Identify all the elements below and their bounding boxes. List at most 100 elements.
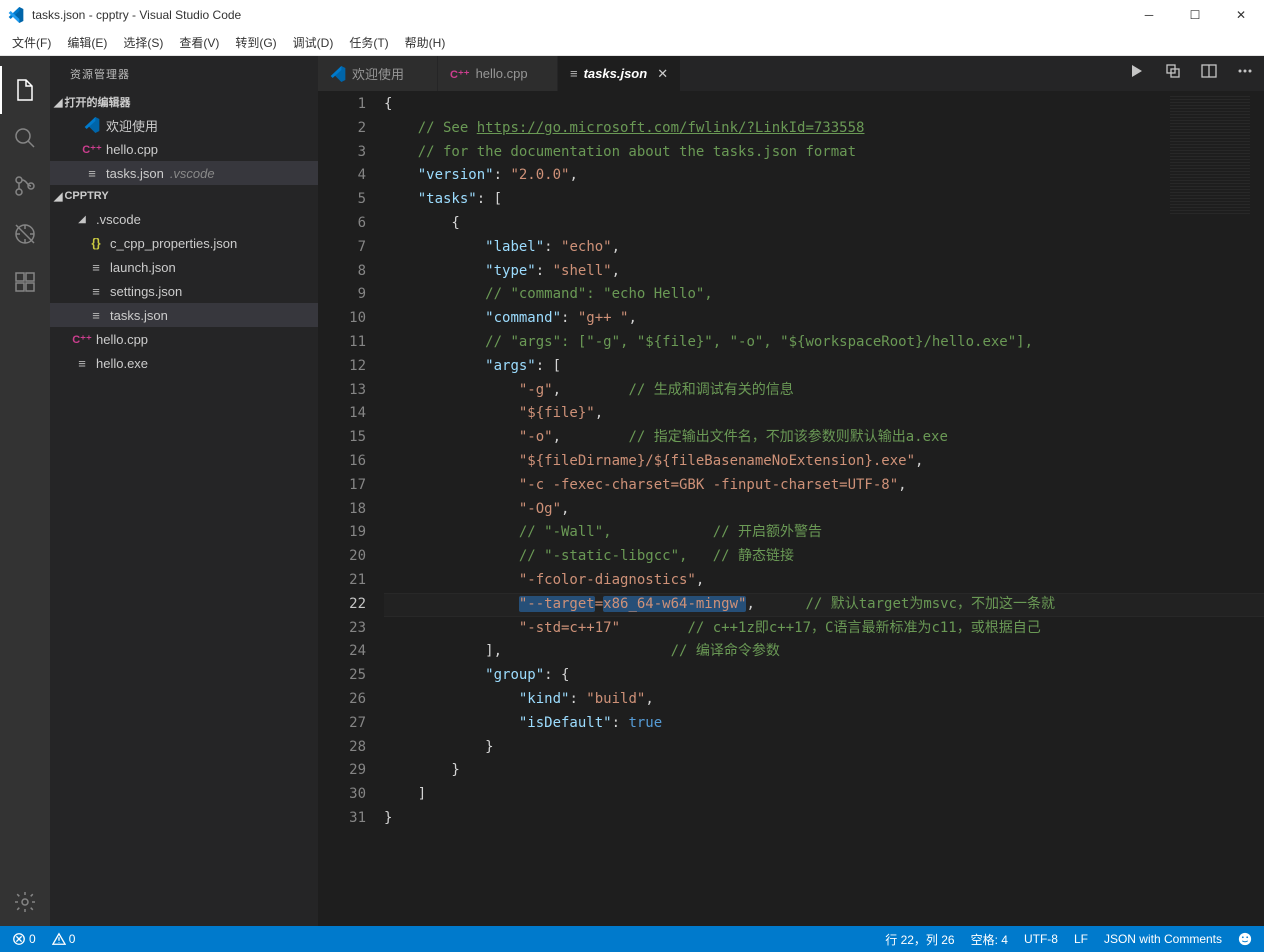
activity-bar: [0, 56, 50, 926]
line-number: 16: [318, 450, 366, 474]
menu-item[interactable]: 查看(V): [171, 32, 227, 53]
tree-item[interactable]: ≡tasks.json: [50, 303, 318, 327]
source-control-icon[interactable]: [0, 162, 50, 210]
code-line: {: [384, 93, 1264, 117]
line-number: 18: [318, 498, 366, 522]
code-line: // "args": ["-g", "${file}", "-o", "${wo…: [384, 331, 1264, 355]
file-path: .vscode: [170, 166, 215, 181]
line-number: 8: [318, 260, 366, 284]
debug-icon[interactable]: [0, 210, 50, 258]
code-line: {: [384, 212, 1264, 236]
settings-icon[interactable]: [0, 878, 50, 926]
run-icon[interactable]: [1126, 60, 1148, 82]
code-line: "label": "echo",: [384, 236, 1264, 260]
json-icon: ≡: [88, 260, 104, 275]
menu-item[interactable]: 帮助(H): [397, 32, 454, 53]
status-position[interactable]: 行 22，列 26: [881, 931, 958, 948]
line-number: 5: [318, 188, 366, 212]
open-editors-header[interactable]: ◢打开的编辑器: [50, 91, 318, 113]
feedback-icon[interactable]: [1234, 932, 1256, 946]
close-button[interactable]: ✕: [1218, 0, 1264, 30]
editor-actions: [1126, 60, 1256, 82]
line-number: 11: [318, 331, 366, 355]
menu-item[interactable]: 文件(F): [4, 32, 59, 53]
search-icon[interactable]: [0, 114, 50, 162]
code-line: "version": "2.0.0",: [384, 164, 1264, 188]
maximize-button[interactable]: ☐: [1172, 0, 1218, 30]
status-warnings[interactable]: 0: [48, 932, 80, 946]
tree-item[interactable]: ≡hello.exe: [50, 351, 318, 375]
menubar: 文件(F)编辑(E)选择(S)查看(V)转到(G)调试(D)任务(T)帮助(H): [0, 30, 1264, 56]
line-number: 20: [318, 545, 366, 569]
line-number: 14: [318, 402, 366, 426]
more-icon[interactable]: [1234, 60, 1256, 82]
open-changes-icon[interactable]: [1162, 60, 1184, 82]
status-eol[interactable]: LF: [1070, 932, 1092, 946]
code-line: }: [384, 807, 1264, 831]
open-editor-item[interactable]: C⁺⁺hello.cpp: [50, 137, 318, 161]
code-line: "group": {: [384, 664, 1264, 688]
code-line: "type": "shell",: [384, 260, 1264, 284]
menu-item[interactable]: 选择(S): [115, 32, 171, 53]
line-number: 25: [318, 664, 366, 688]
open-editor-item[interactable]: ≡tasks.json.vscode: [50, 161, 318, 185]
code-line: "-std=c++17" // c++1z即c++17，C语言最新标准为c11，…: [384, 617, 1264, 641]
file-label: 欢迎使用: [106, 116, 158, 135]
split-editor-icon[interactable]: [1198, 60, 1220, 82]
tab-label: hello.cpp: [476, 66, 528, 81]
code-line: "isDefault": true: [384, 712, 1264, 736]
status-bar: 0 0 行 22，列 26 空格: 4 UTF-8 LF JSON with C…: [0, 926, 1264, 952]
status-spaces[interactable]: 空格: 4: [967, 931, 1012, 948]
code-line: "-fcolor-diagnostics",: [384, 569, 1264, 593]
code-line: // "-Wall", // 开启额外警告: [384, 521, 1264, 545]
code-line: "${fileDirname}/${fileBasenameNoExtensio…: [384, 450, 1264, 474]
open-editor-item[interactable]: 欢迎使用: [50, 113, 318, 137]
tree-item[interactable]: C⁺⁺ hello.cpp: [50, 327, 318, 351]
menu-item[interactable]: 编辑(E): [59, 32, 115, 53]
window-title: tasks.json - cpptry - Visual Studio Code: [32, 8, 1126, 22]
cpp-icon: C⁺⁺: [84, 143, 100, 156]
code-line: "tasks": [: [384, 188, 1264, 212]
line-number: 12: [318, 355, 366, 379]
code-line: "args": [: [384, 355, 1264, 379]
file-label: hello.cpp: [96, 332, 148, 347]
json-icon: ≡: [88, 284, 104, 299]
line-number: 27: [318, 712, 366, 736]
line-number: 6: [318, 212, 366, 236]
line-number: 28: [318, 736, 366, 760]
editor-tab[interactable]: ≡tasks.json✕: [558, 56, 681, 91]
code-line: "--target=x86_64-w64-mingw", // 默认target…: [384, 593, 1264, 617]
explorer-icon[interactable]: [0, 66, 50, 114]
minimize-button[interactable]: ─: [1126, 0, 1172, 30]
tree-item[interactable]: ≡launch.json: [50, 255, 318, 279]
file-label: tasks.json: [106, 166, 164, 181]
folder-header[interactable]: ◢CPPTRY: [50, 185, 318, 207]
close-tab-icon[interactable]: ✕: [657, 66, 668, 82]
code-line: "-Og",: [384, 498, 1264, 522]
menu-item[interactable]: 转到(G): [227, 32, 284, 53]
code-editor[interactable]: { // See https://go.microsoft.com/fwlink…: [384, 91, 1264, 926]
editor-tab[interactable]: 欢迎使用: [318, 56, 438, 91]
status-encoding[interactable]: UTF-8: [1020, 932, 1062, 946]
line-number: 17: [318, 474, 366, 498]
line-number: 3: [318, 141, 366, 165]
status-language[interactable]: JSON with Comments: [1100, 932, 1226, 946]
line-number: 23: [318, 617, 366, 641]
line-number: 26: [318, 688, 366, 712]
editor-tab[interactable]: C⁺⁺hello.cpp: [438, 56, 558, 91]
tree-item[interactable]: {}c_cpp_properties.json: [50, 231, 318, 255]
tree-item[interactable]: ≡settings.json: [50, 279, 318, 303]
exe-icon: ≡: [74, 356, 90, 371]
sidebar-title: 资源管理器: [50, 56, 318, 91]
status-errors[interactable]: 0: [8, 932, 40, 946]
menu-item[interactable]: 调试(D): [285, 32, 342, 53]
code-line: "${file}",: [384, 402, 1264, 426]
extensions-icon[interactable]: [0, 258, 50, 306]
tab-label: 欢迎使用: [352, 64, 404, 83]
cpp-icon: C⁺⁺: [74, 333, 90, 346]
line-number: 9: [318, 283, 366, 307]
menu-item[interactable]: 任务(T): [341, 32, 396, 53]
folder-open-icon: ◢: [74, 214, 90, 225]
file-label: tasks.json: [110, 308, 168, 323]
tree-item[interactable]: ◢.vscode: [50, 207, 318, 231]
